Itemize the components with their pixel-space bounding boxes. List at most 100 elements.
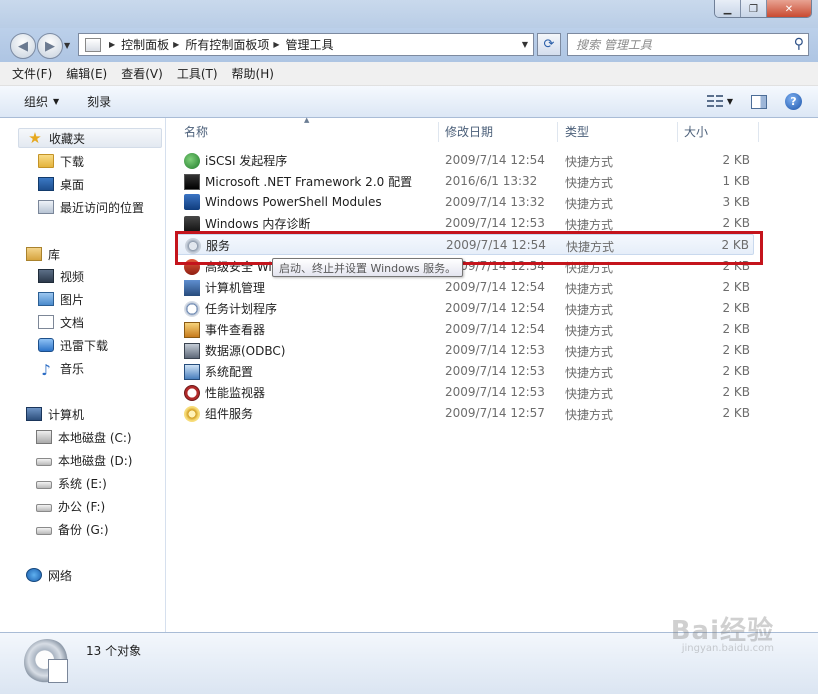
file-row[interactable]: Microsoft .NET Framework 2.0 配置 2016/6/1… bbox=[176, 171, 754, 192]
nav-downloads[interactable]: 下载 bbox=[38, 151, 84, 171]
help-icon[interactable]: ? bbox=[785, 93, 802, 110]
burn-button[interactable]: 刻录 bbox=[87, 93, 111, 110]
nav-favorites[interactable]: ★ 收藏夹 bbox=[18, 128, 162, 148]
column-header-size[interactable]: 大小 bbox=[684, 118, 754, 144]
nav-pictures[interactable]: 图片 bbox=[38, 289, 84, 309]
powershell-icon bbox=[184, 194, 200, 210]
file-row[interactable]: 性能监视器 2009/7/14 12:53 快捷方式 2 KB bbox=[176, 382, 754, 403]
back-button[interactable]: ◀ bbox=[10, 33, 36, 59]
menu-tools[interactable]: 工具(T) bbox=[177, 65, 218, 82]
nav-drive-e[interactable]: 系统 (E:) bbox=[36, 473, 107, 493]
burn-label: 刻录 bbox=[87, 95, 112, 109]
file-date: 2009/7/14 12:54 bbox=[445, 280, 545, 294]
baidu-watermark: Bai经验 jingyan.baidu.com bbox=[671, 610, 774, 654]
file-row[interactable]: iSCSI 发起程序 2009/7/14 12:54 快捷方式 2 KB bbox=[176, 150, 754, 171]
search-input[interactable]: 搜索 管理工具 ⚲ bbox=[567, 33, 809, 56]
column-divider[interactable] bbox=[557, 122, 558, 142]
system-config-icon bbox=[184, 363, 200, 380]
file-date: 2009/7/14 12:53 bbox=[445, 364, 545, 378]
column-divider[interactable] bbox=[438, 122, 439, 142]
back-arrow-icon: ◀ bbox=[18, 38, 28, 54]
drive-icon bbox=[36, 504, 52, 512]
file-date: 2009/7/14 12:57 bbox=[445, 406, 545, 420]
window-controls: ▁ ❐ ✕ bbox=[714, 0, 812, 18]
nav-libraries[interactable]: 库 bbox=[26, 244, 60, 264]
tooltip: 启动、终止并设置 Windows 服务。 bbox=[272, 258, 464, 277]
view-dropdown-icon[interactable]: ▼ bbox=[727, 97, 733, 106]
nav-label: 桌面 bbox=[60, 177, 85, 192]
refresh-button[interactable]: ⟳ bbox=[537, 33, 561, 56]
minimize-button[interactable]: ▁ bbox=[715, 0, 741, 17]
file-type: 快捷方式 bbox=[565, 324, 614, 338]
restore-button[interactable]: ❐ bbox=[741, 0, 767, 17]
desktop-icon bbox=[38, 177, 54, 191]
file-size: 3 KB bbox=[722, 195, 750, 209]
menu-file[interactable]: 文件(F) bbox=[12, 65, 52, 82]
file-row[interactable]: 系统配置 2009/7/14 12:53 快捷方式 2 KB bbox=[176, 361, 754, 382]
search-icon[interactable]: ⚲ bbox=[794, 36, 804, 52]
system-drive-icon bbox=[36, 430, 52, 444]
file-row[interactable]: 计算机管理 2009/7/14 12:54 快捷方式 2 KB bbox=[176, 277, 754, 298]
document-library-icon bbox=[38, 315, 54, 329]
column-divider[interactable] bbox=[758, 122, 759, 142]
drive-icon bbox=[36, 458, 52, 466]
chevron-right-icon[interactable]: ▶ bbox=[173, 40, 179, 49]
nav-label: 图片 bbox=[60, 292, 85, 307]
view-details-icon[interactable] bbox=[706, 94, 723, 109]
dotnet-icon bbox=[184, 173, 200, 190]
file-row[interactable]: 任务计划程序 2009/7/14 12:54 快捷方式 2 KB bbox=[176, 298, 754, 319]
nav-recent[interactable]: 最近访问的位置 bbox=[38, 197, 144, 217]
menu-view[interactable]: 查看(V) bbox=[121, 65, 163, 82]
file-type: 快捷方式 bbox=[565, 303, 614, 317]
organize-label: 组织 bbox=[24, 95, 49, 109]
file-name: 性能监视器 bbox=[205, 386, 266, 400]
file-row[interactable]: Windows PowerShell Modules 2009/7/14 13:… bbox=[176, 192, 754, 213]
file-date: 2009/7/14 12:54 bbox=[445, 301, 545, 315]
column-divider[interactable] bbox=[677, 122, 678, 142]
breadcrumb-admin-tools[interactable]: 管理工具 bbox=[286, 36, 334, 53]
view-controls: ▼ ? bbox=[706, 93, 802, 110]
nav-network[interactable]: 网络 bbox=[26, 565, 72, 585]
address-bar[interactable]: ▶ 控制面板 ▶ 所有控制面板项 ▶ 管理工具 ▼ bbox=[78, 33, 534, 56]
file-date: 2016/6/1 13:32 bbox=[445, 174, 538, 188]
file-row[interactable]: 事件查看器 2009/7/14 12:54 快捷方式 2 KB bbox=[176, 319, 754, 340]
chevron-right-icon[interactable]: ▶ bbox=[109, 40, 115, 49]
computer-management-icon bbox=[184, 279, 200, 296]
nav-videos[interactable]: 视频 bbox=[38, 266, 84, 286]
nav-xunlei[interactable]: 迅雷下载 bbox=[38, 335, 108, 355]
history-dropdown-icon[interactable]: ▼ bbox=[64, 41, 70, 50]
column-header-name[interactable]: 名称 bbox=[184, 118, 438, 144]
file-date: 2009/7/14 12:54 bbox=[445, 153, 545, 167]
nav-desktop[interactable]: 桌面 bbox=[38, 174, 84, 194]
file-date: 2009/7/14 13:32 bbox=[445, 195, 545, 209]
column-label: 名称 bbox=[184, 124, 209, 139]
nav-drive-g[interactable]: 备份 (G:) bbox=[36, 519, 109, 539]
file-size: 2 KB bbox=[722, 406, 750, 420]
forward-button[interactable]: ▶ bbox=[37, 33, 63, 59]
file-row[interactable]: 数据源(ODBC) 2009/7/14 12:53 快捷方式 2 KB bbox=[176, 340, 754, 361]
nav-drive-d[interactable]: 本地磁盘 (D:) bbox=[36, 450, 132, 470]
menu-edit[interactable]: 编辑(E) bbox=[66, 65, 107, 82]
nav-documents[interactable]: 文档 bbox=[38, 312, 84, 332]
refresh-icon: ⟳ bbox=[543, 37, 555, 52]
nav-drive-c[interactable]: 本地磁盘 (C:) bbox=[36, 427, 132, 447]
tooltip-text: 启动、终止并设置 Windows 服务。 bbox=[279, 261, 457, 275]
address-dropdown-icon[interactable]: ▼ bbox=[517, 40, 533, 49]
file-row[interactable]: 组件服务 2009/7/14 12:57 快捷方式 2 KB bbox=[176, 403, 754, 424]
column-header-type[interactable]: 类型 bbox=[565, 118, 675, 144]
preview-pane-icon[interactable] bbox=[751, 94, 767, 109]
breadcrumb-control-panel[interactable]: 控制面板 bbox=[121, 36, 169, 53]
close-button[interactable]: ✕ bbox=[767, 0, 811, 17]
nav-label: 办公 (F:) bbox=[58, 499, 106, 514]
nav-computer[interactable]: 计算机 bbox=[26, 404, 84, 424]
breadcrumb-all-items[interactable]: 所有控制面板项 bbox=[185, 36, 269, 53]
file-type: 快捷方式 bbox=[565, 197, 614, 211]
menu-help[interactable]: 帮助(H) bbox=[232, 65, 274, 82]
column-header-date[interactable]: 修改日期 bbox=[445, 118, 557, 144]
chevron-right-icon[interactable]: ▶ bbox=[273, 40, 279, 49]
organize-button[interactable]: 组织 ▼ bbox=[24, 93, 59, 110]
nav-music[interactable]: ♪ 音乐 bbox=[38, 358, 84, 379]
nav-label: 下载 bbox=[60, 154, 85, 169]
menu-bar: 文件(F) 编辑(E) 查看(V) 工具(T) 帮助(H) bbox=[0, 62, 818, 86]
nav-drive-f[interactable]: 办公 (F:) bbox=[36, 496, 105, 516]
